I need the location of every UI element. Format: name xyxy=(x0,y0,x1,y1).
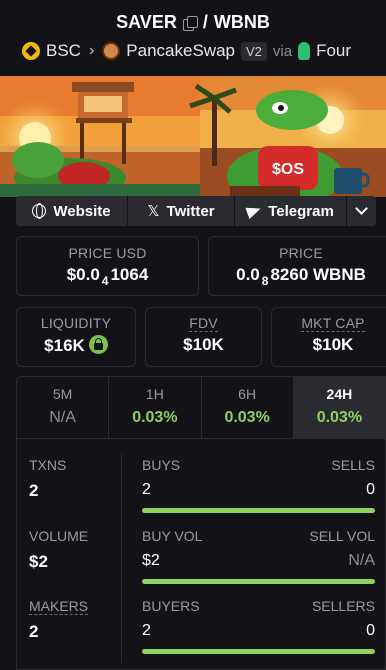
tab-5m[interactable]: 5M N/A xyxy=(17,377,110,438)
liquidity-label: LIQUIDITY xyxy=(40,315,112,331)
txns-value: 2 xyxy=(29,481,39,500)
pair-header: SAVER / WBNB BSC › PancakeSwap V2 via Fo… xyxy=(0,0,386,76)
chevron-down-icon xyxy=(355,202,368,215)
base-token-symbol: SAVER xyxy=(116,12,177,32)
chain-breadcrumb: BSC › PancakeSwap V2 via Four xyxy=(22,41,351,61)
fdv-card: FDV $10K xyxy=(145,307,262,367)
liquidity-card: LIQUIDITY $16K xyxy=(16,307,136,367)
volume-split-row: BUY VOL SELL VOL $2 N/A xyxy=(142,528,375,584)
stats-grid: TXNS 2 VOLUME $2 MAKERS 2 BUYS SELLS 2 0… xyxy=(17,439,386,669)
more-links-button[interactable] xyxy=(347,196,376,226)
buys-sells-row: BUYS SELLS 2 0 xyxy=(142,457,375,513)
website-button[interactable]: Website xyxy=(16,196,128,226)
price-native-label: PRICE xyxy=(279,245,323,261)
txns-stat: TXNS 2 xyxy=(29,457,66,501)
four-logo-icon xyxy=(298,42,311,60)
tab-24h-label: 24H xyxy=(326,386,353,402)
tab-1h[interactable]: 1H 0.03% xyxy=(109,377,202,438)
makers-value: 2 xyxy=(29,622,39,641)
buys-sells-ratio-bar xyxy=(142,508,375,513)
tab-1h-change: 0.03% xyxy=(132,409,178,426)
makers-label[interactable]: MAKERS xyxy=(29,598,89,615)
fdv-value: $10K xyxy=(183,335,224,354)
dex-version-badge: V2 xyxy=(240,41,267,61)
tab-6h-change: 0.03% xyxy=(224,409,270,426)
sellers-label: SELLERS xyxy=(311,598,375,614)
mktcap-value: $10K xyxy=(312,335,354,354)
dex-link[interactable]: PancakeSwap xyxy=(126,41,235,61)
tab-5m-change: N/A xyxy=(49,409,76,426)
buys-value: 2 xyxy=(142,481,151,498)
quote-token-symbol: WBNB xyxy=(213,12,270,32)
txns-label: TXNS xyxy=(29,457,67,473)
pair-title: SAVER / WBNB xyxy=(0,12,386,33)
price-usd-prefix: $0.0 xyxy=(66,265,100,284)
buyers-value: 2 xyxy=(142,622,151,639)
liquidity-value: $16K xyxy=(44,336,85,355)
sells-value: 0 xyxy=(366,481,375,498)
tab-6h[interactable]: 6H 0.03% xyxy=(202,377,294,438)
volume-label: VOLUME xyxy=(29,528,89,544)
globe-icon xyxy=(32,203,47,219)
column-divider xyxy=(121,453,122,663)
price-usd-card: PRICE USD $0.0 4 1064 xyxy=(16,236,199,296)
tab-5m-label: 5M xyxy=(52,386,73,402)
website-label: Website xyxy=(53,202,111,220)
price-usd-label: PRICE USD xyxy=(68,245,147,261)
buyers-label: BUYERS xyxy=(142,598,200,614)
tab-1h-label: 1H xyxy=(145,386,164,402)
mktcap-label[interactable]: MKT CAP xyxy=(301,315,365,332)
mktcap-card: MKT CAP $10K xyxy=(271,307,386,367)
chain-link[interactable]: BSC xyxy=(46,41,81,61)
volume-value: $2 xyxy=(29,552,48,571)
banner-shirt-text: $OS xyxy=(272,161,304,178)
price-native-digits: 8260 WBNB xyxy=(270,265,366,284)
copy-icon[interactable] xyxy=(182,15,198,31)
twitter-button[interactable]: 𝕏 Twitter xyxy=(128,196,235,226)
x-logo-icon: 𝕏 xyxy=(147,203,160,220)
price-native-card: PRICE 0.0 8 8260 WBNB xyxy=(208,236,386,296)
fdv-label[interactable]: FDV xyxy=(189,315,218,332)
volume-stat: VOLUME $2 xyxy=(29,528,88,572)
buyers-ratio-bar xyxy=(142,649,375,654)
via-label: via xyxy=(272,42,293,60)
token-banner-image: $OS xyxy=(0,76,386,197)
pancakeswap-logo-icon xyxy=(102,42,121,60)
liquidity-value-row: $16K xyxy=(17,335,135,356)
buys-label: BUYS xyxy=(142,457,181,473)
makers-stat: MAKERS 2 xyxy=(29,598,89,642)
buyers-sellers-row: BUYERS SELLERS 2 0 xyxy=(142,598,375,654)
telegram-icon xyxy=(245,202,263,220)
timeframe-tabs: 5M N/A 1H 0.03% 6H 0.03% 24H 0.03% xyxy=(17,377,385,439)
sellers-value: 0 xyxy=(366,622,375,639)
sell-vol-label: SELL VOL xyxy=(309,528,375,544)
trade-stats-panel: 5M N/A 1H 0.03% 6H 0.03% 24H 0.03% TXNS … xyxy=(16,376,386,670)
buy-vol-value: $2 xyxy=(142,552,160,569)
tab-6h-label: 6H xyxy=(238,386,257,402)
sell-vol-value: N/A xyxy=(348,552,375,569)
price-native-value: 0.0 8 8260 WBNB xyxy=(209,265,386,288)
price-usd-digits: 1064 xyxy=(110,265,149,284)
volume-ratio-bar xyxy=(142,579,375,584)
chevron-right-icon: › xyxy=(88,42,95,59)
price-native-prefix: 0.0 xyxy=(236,265,260,284)
price-usd-value: $0.0 4 1064 xyxy=(17,265,198,288)
lock-icon[interactable] xyxy=(88,335,108,354)
buy-vol-label: BUY VOL xyxy=(142,528,203,544)
via-source-link[interactable]: Four xyxy=(316,41,351,61)
price-native-zero-count: 8 xyxy=(261,274,269,288)
twitter-label: Twitter xyxy=(166,202,215,220)
telegram-label: Telegram xyxy=(268,202,334,220)
tab-24h[interactable]: 24H 0.03% xyxy=(293,377,385,438)
price-usd-zero-count: 4 xyxy=(101,274,109,288)
telegram-button[interactable]: Telegram xyxy=(235,196,347,226)
pair-separator: / xyxy=(202,12,208,32)
social-links-bar: Website 𝕏 Twitter Telegram xyxy=(16,196,386,226)
bsc-logo-icon xyxy=(22,42,40,60)
sells-label: SELLS xyxy=(331,457,375,473)
tab-24h-change: 0.03% xyxy=(316,409,363,426)
